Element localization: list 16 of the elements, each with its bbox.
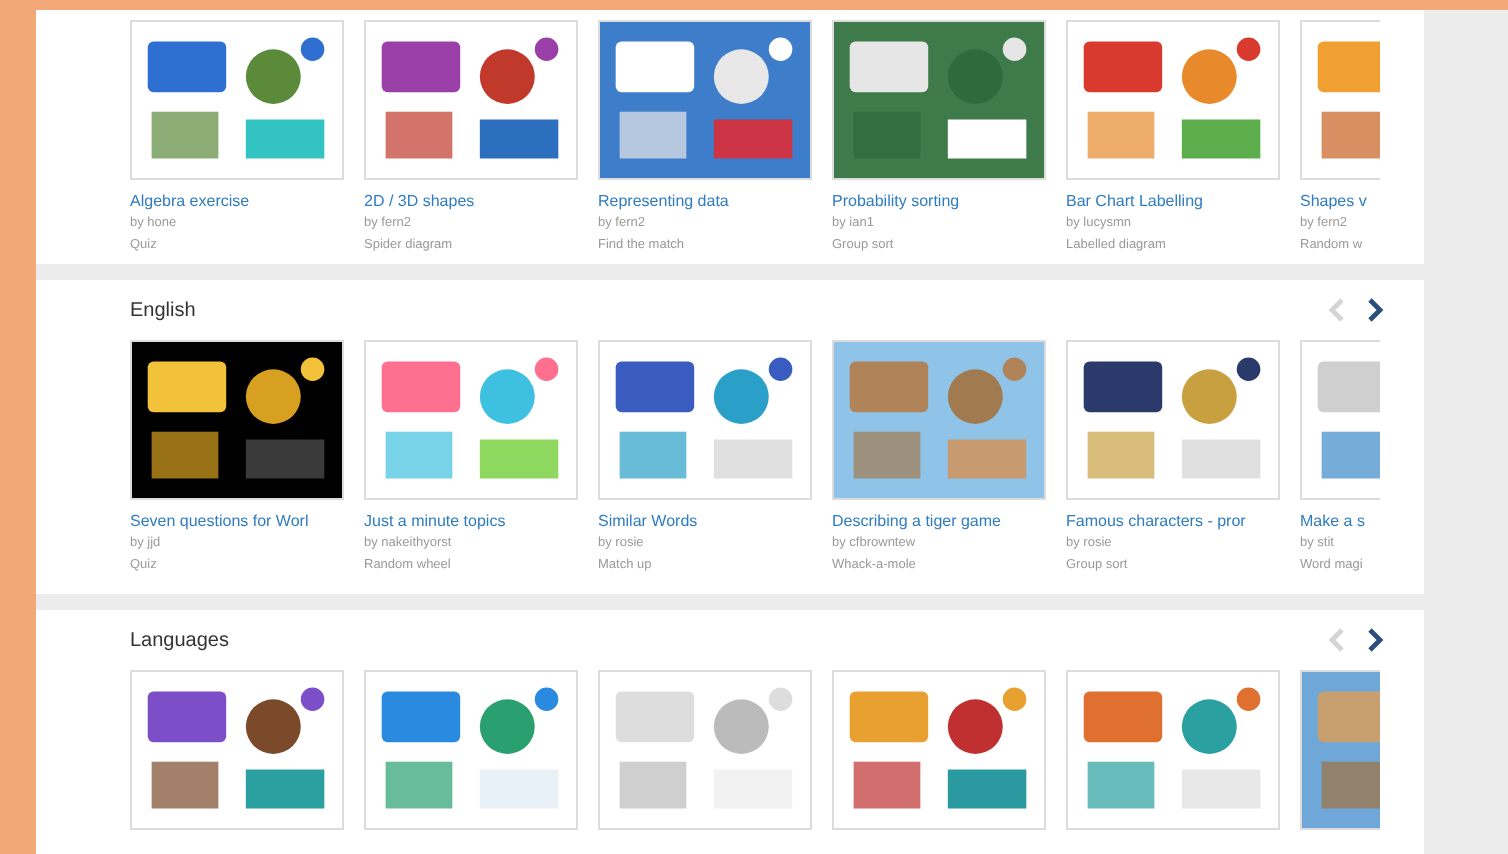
card-title[interactable]: Similar Words [598, 510, 812, 532]
section-title: Languages [130, 629, 231, 651]
next-button[interactable] [1364, 298, 1384, 322]
next-button[interactable] [1364, 628, 1384, 652]
card-title[interactable]: Make a s [1300, 510, 1380, 532]
card-title[interactable]: Famous characters - pror [1066, 510, 1280, 532]
card-title[interactable]: Representing data [598, 190, 812, 212]
section-title: English [130, 299, 198, 321]
card-title[interactable]: Algebra exercise [130, 190, 344, 212]
card-title[interactable]: Shapes v [1300, 190, 1380, 212]
card-title[interactable]: Seven questions for Worl [130, 510, 344, 532]
card-title[interactable]: 2D / 3D shapes [364, 190, 578, 212]
card-title[interactable]: Bar Chart Labelling [1066, 190, 1280, 212]
card-title[interactable]: Probability sorting [832, 190, 1046, 212]
card-title[interactable]: Just a minute topics [364, 510, 578, 532]
card-title[interactable]: Describing a tiger game [832, 510, 1046, 532]
